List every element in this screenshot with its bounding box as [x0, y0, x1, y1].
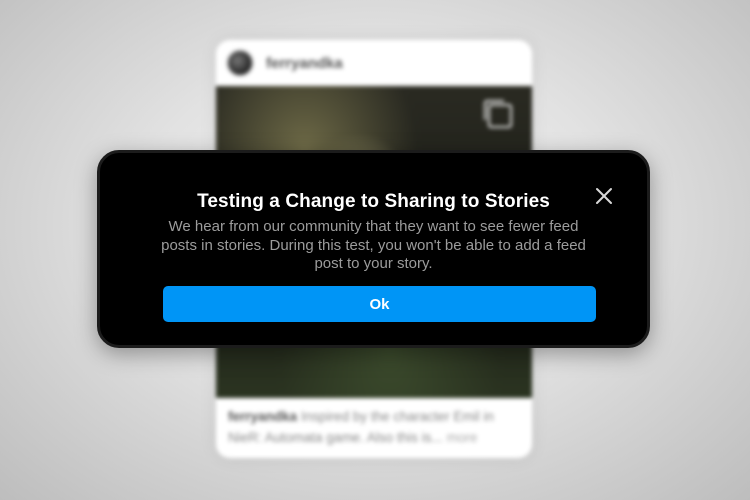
caption-username[interactable]: ferryandka: [228, 409, 297, 424]
post-username[interactable]: ferryandka: [266, 55, 343, 72]
dialog-title: Testing a Change to Sharing to Stories: [197, 191, 550, 212]
avatar[interactable]: [226, 49, 254, 77]
dialog-body: We hear from our community that they wan…: [161, 218, 586, 272]
post-header: ferryandka: [216, 40, 532, 86]
dialog-content: Testing a Change to Sharing to Stories W…: [106, 159, 641, 339]
multiple-images-icon: [484, 100, 512, 128]
stories-test-dialog: Testing a Change to Sharing to Stories W…: [97, 150, 650, 348]
close-icon: [596, 188, 612, 204]
ok-button[interactable]: Ok: [163, 286, 596, 322]
close-button[interactable]: [595, 187, 613, 205]
post-caption: ferryandka Inspired by the character Emil…: [228, 406, 522, 448]
caption-more-link[interactable]: more: [447, 430, 478, 445]
